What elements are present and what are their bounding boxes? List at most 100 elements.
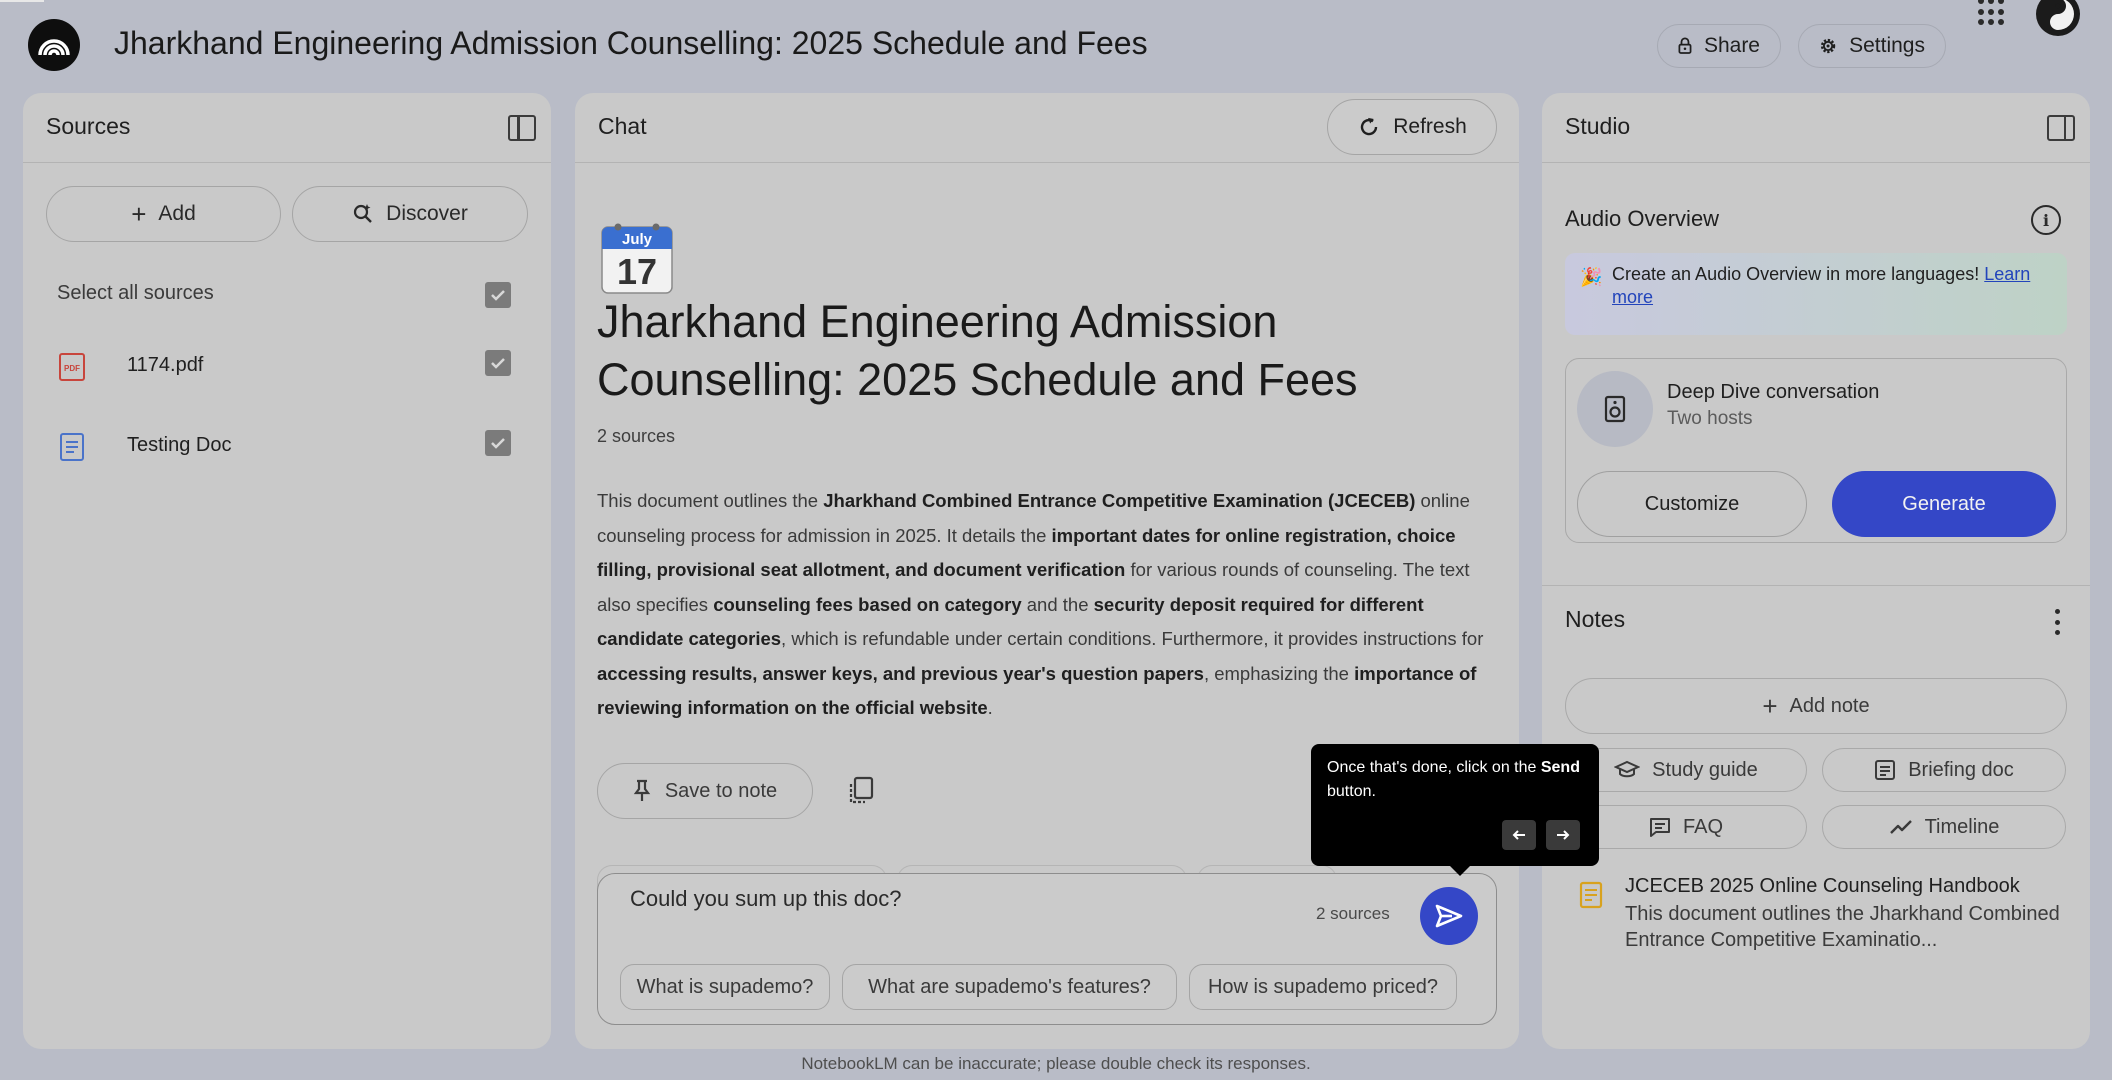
discover-label: Discover: [386, 202, 468, 225]
source-item-doc[interactable]: Testing Doc: [59, 426, 529, 466]
add-note-label: Add note: [1789, 694, 1870, 717]
select-all-label: Select all sources: [57, 282, 214, 304]
source-checkbox-pdf[interactable]: [485, 350, 511, 376]
source-checkbox-doc[interactable]: [485, 430, 511, 456]
studio-panel: Studio Audio Overview i 🎉 Create an Audi…: [1542, 93, 2090, 1049]
note-preview: This document outlines the Jharkhand Com…: [1625, 903, 2060, 951]
gear-icon: [1820, 38, 1836, 54]
info-icon[interactable]: i: [2031, 205, 2061, 235]
speaker-icon: [1577, 371, 1653, 447]
notes-title: Notes: [1565, 606, 1626, 632]
suggestion-chip[interactable]: What are supademo's features?: [842, 964, 1177, 1010]
tooltip-next-button[interactable]: [1546, 820, 1580, 850]
suggestion-chip[interactable]: What is supademo?: [620, 964, 830, 1010]
pin-icon: [633, 779, 651, 801]
discover-sources-button[interactable]: Discover: [292, 186, 528, 242]
promo-text: Create an Audio Overview in more languag…: [1612, 264, 2031, 307]
notebook-summary: This document outlines the Jharkhand Com…: [597, 490, 1484, 718]
studio-divider: [1542, 585, 2090, 586]
graduation-cap-icon: [1614, 760, 1641, 778]
send-button[interactable]: [1420, 887, 1478, 945]
arrow-left-icon: [1512, 830, 1525, 840]
note-title: JCECEB 2025 Online Counseling Handbook: [1625, 875, 2020, 897]
sources-panel: Sources + Add Discover Select all source…: [23, 93, 551, 1049]
audio-overview-title: Audio Overview: [1565, 206, 1720, 231]
refresh-button[interactable]: Refresh: [1327, 99, 1497, 155]
calendar-emoji-icon: July 17: [601, 223, 673, 294]
tooltip-prev-button[interactable]: [1502, 820, 1536, 850]
svg-text:July: July: [622, 231, 653, 248]
briefing-doc-label: Briefing doc: [1908, 758, 2014, 781]
timeline-label: Timeline: [1924, 815, 2000, 838]
refresh-icon: [1361, 117, 1378, 136]
doc-icon: [60, 433, 84, 461]
notebooklm-logo-icon[interactable]: [28, 19, 80, 71]
plus-icon: +: [131, 199, 147, 229]
apps-grid-icon[interactable]: [1978, 0, 2006, 26]
chat-composer[interactable]: Could you sum up this doc? 2 sources Wha…: [597, 873, 1497, 1025]
deep-dive-subtitle: Two hosts: [1667, 408, 1753, 429]
timeline-trend-icon: [1889, 820, 1912, 834]
briefing-doc-button[interactable]: Briefing doc: [1822, 748, 2066, 792]
source-item-pdf[interactable]: PDF 1174.pdf: [59, 346, 529, 386]
settings-label: Settings: [1849, 34, 1925, 57]
add-label: Add: [158, 202, 196, 225]
disclaimer: NotebookLM can be inaccurate; please dou…: [801, 1054, 1311, 1073]
select-all-checkbox[interactable]: [485, 282, 511, 308]
check-icon: [491, 290, 505, 301]
svg-text:PDF: PDF: [64, 364, 80, 373]
deep-dive-title: Deep Dive conversation: [1667, 381, 1880, 403]
faq-chat-icon: [1649, 818, 1670, 837]
study-guide-label: Study guide: [1652, 758, 1758, 781]
composer-source-count: 2 sources: [1316, 904, 1390, 923]
customize-button[interactable]: Customize: [1577, 471, 1807, 537]
lock-icon: [1678, 37, 1692, 54]
notebook-heading: Jharkhand Engineering Admission Counsell…: [597, 296, 1358, 405]
discover-search-icon: [354, 204, 373, 223]
sources-panel-header: Sources: [23, 93, 551, 163]
window-edge: [0, 0, 44, 2]
note-icon: [1579, 881, 1603, 909]
tooltip-pointer: [1450, 866, 1470, 876]
suggestion-chip[interactable]: How is supademo priced?: [1189, 964, 1457, 1010]
notes-more-icon[interactable]: [2055, 609, 2061, 635]
timeline-button[interactable]: Timeline: [1822, 805, 2066, 849]
briefing-doc-icon: [1875, 760, 1896, 780]
tooltip-text: Once that's done, click on the Send butt…: [1327, 759, 1580, 800]
user-avatar[interactable]: [2036, 0, 2080, 36]
app-header: Jharkhand Engineering Admission Counsell…: [0, 0, 2112, 92]
tour-tooltip: Once that's done, click on the Send butt…: [1311, 744, 1599, 876]
refresh-label: Refresh: [1393, 115, 1467, 138]
study-guide-button[interactable]: Study guide: [1565, 748, 1807, 792]
pdf-icon: PDF: [59, 353, 85, 381]
saved-note-item[interactable]: JCECEB 2025 Online Counseling Handbook T…: [1575, 875, 2065, 957]
studio-title: Studio: [1565, 113, 1631, 139]
copy-icon[interactable]: [847, 776, 875, 806]
notebook-title[interactable]: Jharkhand Engineering Admission Counsell…: [114, 25, 1148, 62]
check-icon: [491, 358, 505, 369]
add-source-button[interactable]: + Add: [46, 186, 281, 242]
source-count: 2 sources: [597, 426, 676, 446]
add-note-button[interactable]: + Add note: [1565, 678, 2067, 734]
chat-title: Chat: [598, 113, 647, 139]
collapse-sidebar-icon[interactable]: [508, 115, 536, 141]
svg-text:17: 17: [617, 251, 657, 292]
settings-button[interactable]: Settings: [1798, 24, 1946, 68]
plus-icon: +: [1762, 691, 1778, 721]
save-to-note-button[interactable]: Save to note: [597, 763, 813, 819]
check-icon: [491, 438, 505, 449]
send-icon: [1435, 904, 1463, 928]
share-button[interactable]: Share: [1657, 24, 1781, 68]
chat-input[interactable]: Could you sum up this doc?: [630, 886, 902, 912]
party-popper-icon: 🎉: [1580, 267, 1603, 287]
faq-label: FAQ: [1682, 815, 1723, 838]
faq-button[interactable]: FAQ: [1565, 805, 1807, 849]
deep-dive-card: Deep Dive conversation Two hosts Customi…: [1565, 358, 2067, 543]
collapse-studio-icon[interactable]: [2047, 115, 2075, 141]
studio-panel-header: Studio: [1542, 93, 2090, 163]
source-label: 1174.pdf: [127, 354, 204, 376]
sources-title: Sources: [46, 113, 131, 139]
arrow-right-icon: [1557, 830, 1570, 840]
chat-panel-header: Chat Refresh: [575, 93, 1519, 163]
generate-button[interactable]: Generate: [1832, 471, 2056, 537]
